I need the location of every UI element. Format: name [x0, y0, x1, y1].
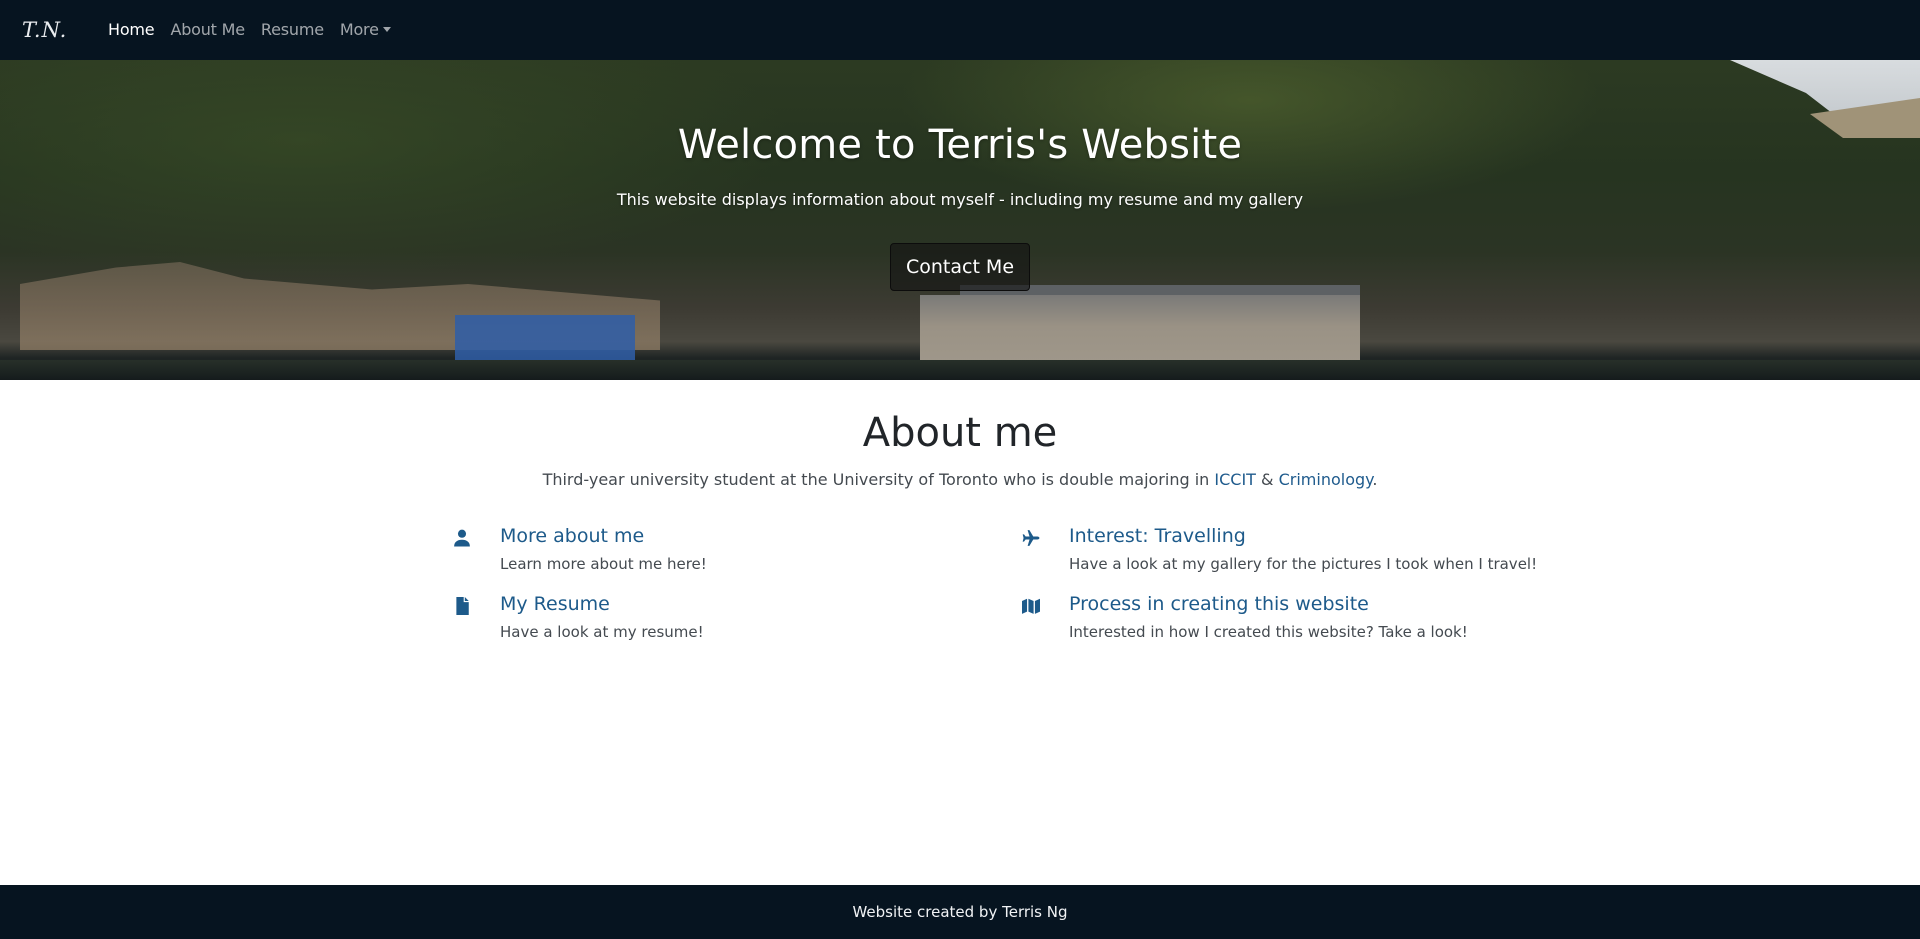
about-text-and: &	[1255, 470, 1279, 489]
feature-title-link[interactable]: Interest: Travelling	[1069, 525, 1246, 547]
about-text-end: .	[1372, 470, 1378, 489]
nav-dropdown-more[interactable]: More	[332, 0, 399, 60]
iccit-link[interactable]: ICCIT	[1214, 470, 1256, 489]
brand-logo[interactable]: T.N.	[22, 18, 100, 42]
feature-title-link[interactable]: Process in creating this website	[1069, 593, 1369, 615]
nav-link-more-label: More	[339, 20, 379, 39]
caret-down-icon	[382, 27, 391, 32]
feature-description: Have a look at my gallery for the pictur…	[1069, 555, 1538, 573]
user-icon	[453, 529, 471, 547]
footer-credit: Website created by Terris Ng	[852, 903, 1068, 921]
plane-icon	[1022, 529, 1040, 547]
feature-title-link[interactable]: More about me	[500, 525, 644, 547]
nav-links: Home About Me Resume More	[100, 0, 399, 60]
about-description: Third-year university student at the Uni…	[0, 470, 1920, 489]
hero-content: Welcome to Terris's Website This website…	[0, 60, 1920, 380]
nav-link-about-me[interactable]: About Me	[162, 0, 252, 60]
hero-banner: Welcome to Terris's Website This website…	[0, 60, 1920, 380]
about-section-title: About me	[862, 410, 1058, 456]
hero-subtitle: This website displays information about …	[616, 190, 1304, 209]
about-text-start: Third-year university student at the Uni…	[542, 470, 1215, 489]
hero-title: Welcome to Terris's Website	[677, 122, 1243, 168]
criminology-link[interactable]: Criminology	[1279, 470, 1373, 489]
nav-link-home[interactable]: Home	[100, 0, 162, 60]
feature-description: Have a look at my resume!	[500, 623, 704, 641]
feature-description: Learn more about me here!	[500, 555, 707, 573]
map-icon	[1022, 597, 1040, 615]
footer: Website created by Terris Ng	[0, 885, 1920, 939]
file-icon	[453, 597, 471, 615]
feature-title-link[interactable]: My Resume	[500, 593, 610, 615]
feature-description: Interested in how I created this website…	[1069, 623, 1468, 641]
navbar: T.N. Home About Me Resume More	[0, 0, 1920, 60]
nav-link-resume[interactable]: Resume	[253, 0, 332, 60]
contact-me-button[interactable]: Contact Me	[890, 243, 1030, 291]
